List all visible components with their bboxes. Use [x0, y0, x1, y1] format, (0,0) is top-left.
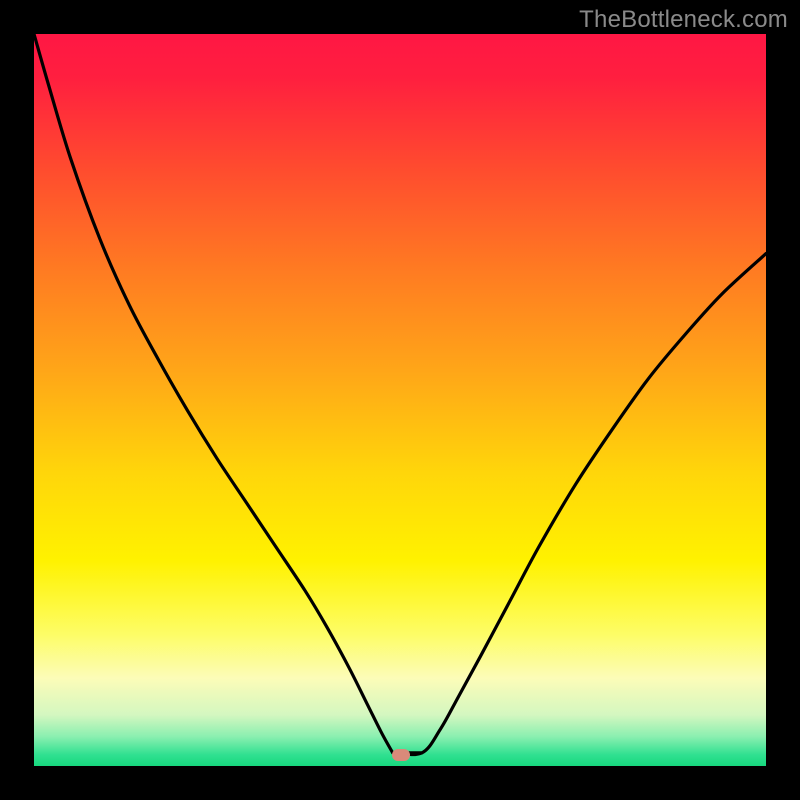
- bottleneck-curve: [34, 34, 766, 766]
- optimal-point-marker: [392, 749, 410, 761]
- plot-area: [34, 34, 766, 766]
- watermark-text: TheBottleneck.com: [579, 6, 788, 34]
- bottleneck-chart: TheBottleneck.com: [0, 0, 800, 800]
